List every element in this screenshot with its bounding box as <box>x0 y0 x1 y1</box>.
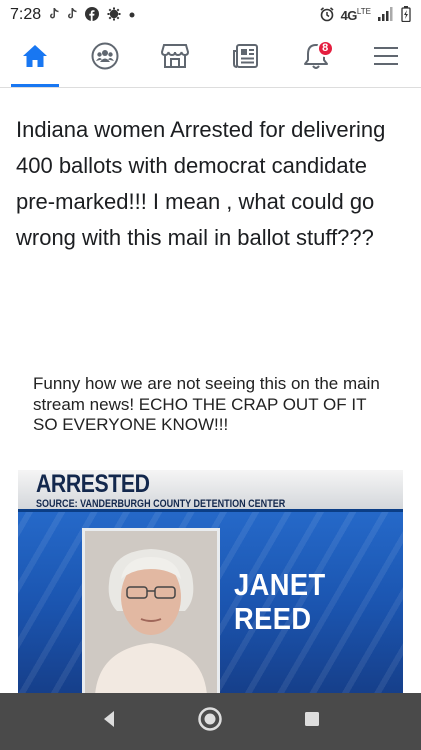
status-time: 7:28 <box>10 6 42 23</box>
battery-icon <box>401 5 411 25</box>
android-navigation-bar <box>0 693 421 750</box>
post-text: Indiana women Arrested for delivering 40… <box>16 117 386 250</box>
nav-menu[interactable] <box>358 31 414 87</box>
post-image[interactable]: Funny how we are not seeing this on the … <box>0 360 421 693</box>
alarm-icon <box>319 6 335 25</box>
facebook-top-nav: 8 <box>0 30 421 88</box>
nav-home[interactable] <box>7 31 63 87</box>
signal-icon <box>377 6 395 24</box>
tiktok-icon <box>67 7 77 23</box>
nav-notifications[interactable]: 8 <box>288 31 344 87</box>
news-icon <box>232 43 260 74</box>
tiktok-icon <box>49 7 59 23</box>
news-screenshot: ARRESTED SOURCE: VANDERBURGH COUNTY DETE… <box>18 470 403 693</box>
suspect-name: JANET REED <box>234 568 326 636</box>
image-caption: Funny how we are not seeing this on the … <box>33 374 380 434</box>
nav-groups[interactable] <box>77 31 133 87</box>
settings-icon <box>107 7 121 24</box>
home-circle-icon[interactable] <box>197 706 223 737</box>
dot-icon <box>129 9 135 21</box>
home-icon <box>22 44 48 73</box>
name-line-2: REED <box>234 601 312 636</box>
network-sub-label: LTE <box>356 6 371 16</box>
name-line-1: JANET <box>234 567 326 602</box>
marketplace-icon <box>161 43 190 74</box>
facebook-icon <box>85 6 100 24</box>
status-bar: 7:28 4G LTE <box>0 0 421 30</box>
nav-news[interactable] <box>218 31 274 87</box>
mugshot-photo <box>82 528 220 693</box>
notification-count-badge: 8 <box>316 39 334 57</box>
banner-source: SOURCE: VANDERBURGH COUNTY DETENTION CEN… <box>36 498 286 510</box>
banner-title: ARRESTED <box>36 470 150 498</box>
nav-marketplace[interactable] <box>147 31 203 87</box>
network-label: 4G <box>340 7 358 23</box>
menu-icon <box>373 45 399 72</box>
news-banner: ARRESTED SOURCE: VANDERBURGH COUNTY DETE… <box>18 470 403 512</box>
back-icon[interactable] <box>100 709 118 734</box>
groups-icon <box>91 42 119 75</box>
recents-icon[interactable] <box>303 710 321 733</box>
